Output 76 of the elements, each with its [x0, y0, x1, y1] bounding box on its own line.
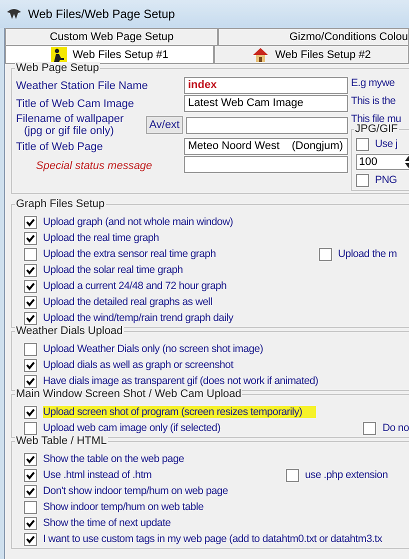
group-title: Web Table / HTML	[15, 435, 108, 447]
checkbox-label: Show indoor temp/hum on web table	[43, 501, 204, 513]
checkbox-label: Upload the detailed real graphs as well	[43, 296, 212, 308]
checkbox-label: Upload the m	[338, 248, 397, 260]
checkbox[interactable]	[24, 216, 37, 228]
field-label: Title of Web Cam Image	[16, 98, 134, 110]
checkbox-label: Upload Weather Dials only (no screen shot image)	[43, 343, 264, 355]
text-field[interactable]: index	[184, 77, 348, 94]
group-title: Weather Dials Upload	[15, 325, 124, 337]
field-label: Filename of wallpaper	[16, 113, 124, 125]
checkbox[interactable]	[24, 516, 37, 530]
checkbox[interactable]	[24, 264, 37, 276]
window-title: Web Files/Web Page Setup	[28, 7, 175, 21]
checkbox-label: Upload the wind/temp/rain trend graph daily	[43, 312, 234, 324]
spin-field[interactable]: 100	[356, 154, 409, 170]
checkbox-label: Upload the solar real time graph	[43, 264, 183, 276]
checkbox[interactable]	[24, 484, 37, 498]
hint-text: This file mu	[351, 113, 402, 125]
checkbox-label: Use j	[375, 138, 398, 150]
checkbox-label: Upload web cam image only (if selected)	[43, 422, 220, 434]
checkbox[interactable]	[24, 232, 37, 244]
checkbox[interactable]	[24, 248, 37, 260]
checkbox[interactable]	[356, 174, 369, 186]
field-label: Special status message	[35, 158, 152, 172]
checkbox-label: Show the table on the web page	[43, 453, 184, 465]
checkbox-label: use .php extension	[305, 469, 388, 481]
checkbox[interactable]	[24, 406, 37, 418]
checkbox-label: Upload screen shot of program (screen resizes temporarily)	[43, 406, 316, 418]
tab[interactable]: Web Files Setup #2	[214, 45, 409, 63]
text-field[interactable]	[184, 156, 348, 173]
checkbox[interactable]	[24, 342, 37, 356]
checkbox-label: Don't show indoor temp/hum on web page	[43, 485, 228, 497]
group-title: JPG/GIF	[354, 123, 399, 135]
checkbox[interactable]	[24, 374, 37, 388]
field-label: Weather Station File Name	[16, 80, 148, 92]
checkbox[interactable]	[24, 500, 37, 514]
text-field[interactable]: Latest Web Cam Image	[184, 95, 348, 112]
hint-text: E.g mywe	[351, 77, 396, 90]
browse-button[interactable]: Av/ext	[146, 116, 183, 134]
checkbox-label: Upload graph (and not whole main window)	[43, 216, 233, 228]
checkbox-label: PNG	[375, 174, 397, 186]
checkbox[interactable]	[24, 468, 37, 482]
checkbox[interactable]	[24, 452, 37, 466]
checkbox-label: Use .html instead of .htm	[43, 469, 152, 481]
checkbox[interactable]	[24, 422, 37, 434]
text-field[interactable]	[186, 116, 348, 134]
tab[interactable]: Web Files Setup #1	[5, 45, 214, 63]
checkbox[interactable]	[24, 296, 37, 308]
person-icon	[50, 46, 67, 62]
group-title: Web Page Setup	[15, 62, 100, 74]
hint-text: This is the	[351, 95, 397, 108]
checkbox-label: Show the time of next update	[43, 517, 171, 529]
checkbox[interactable]	[24, 312, 37, 324]
checkbox[interactable]	[363, 422, 376, 434]
checkbox[interactable]	[24, 280, 37, 292]
tab[interactable]: Gizmo/Conditions Colou	[218, 28, 409, 45]
group-title: Graph Files Setup	[15, 198, 106, 210]
checkbox-label: Upload a current 24/48 and 72 hour graph	[43, 280, 227, 292]
checkbox-label: Upload the extra sensor real time graph	[43, 248, 216, 260]
checkbox-label: Have dials image as transparent gif (does not work if animated)	[43, 375, 318, 387]
field-note: (jpg or gif file only)	[23, 125, 114, 137]
tab[interactable]: Custom Web Page Setup	[5, 28, 218, 45]
text-field[interactable]: Meteo Noord West (Dongjum)	[184, 138, 348, 155]
checkbox[interactable]	[356, 138, 369, 150]
checkbox[interactable]	[24, 532, 37, 546]
checkbox-label: Upload the real time graph	[43, 232, 159, 244]
checkbox-label: I want to use custom tags in my web page (add to datahtm0.txt or datahtm3.tx	[43, 533, 382, 545]
app-icon	[6, 8, 22, 20]
house-icon	[252, 46, 270, 62]
checkbox-label: Do no	[382, 422, 409, 434]
checkbox-label: Upload dials as well as graph or screenshot	[43, 359, 234, 371]
checkbox[interactable]	[24, 358, 37, 372]
group-title: Main Window Screen Shot / Web Cam Upload	[15, 388, 242, 400]
checkbox[interactable]	[319, 248, 332, 260]
checkbox[interactable]	[286, 468, 299, 482]
field-label: Title of Web Page	[16, 140, 103, 152]
